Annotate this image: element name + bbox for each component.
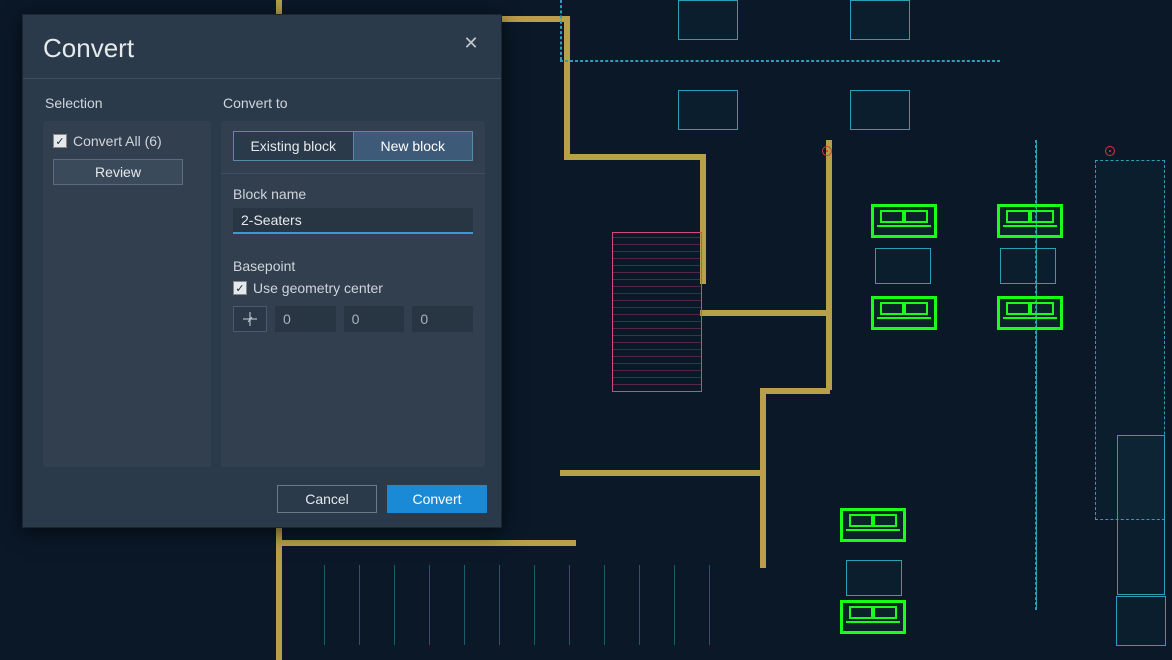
selected-block[interactable] xyxy=(871,296,937,330)
dialog-header: Convert ✕ xyxy=(23,15,501,79)
basepoint-label: Basepoint xyxy=(233,258,473,274)
pick-point-button[interactable] xyxy=(233,306,267,332)
use-geometry-center-checkbox[interactable]: ✓ xyxy=(233,281,247,295)
divider xyxy=(221,173,485,174)
dialog-footer: Cancel Convert xyxy=(23,473,501,527)
tab-new-block[interactable]: New block xyxy=(354,132,473,160)
convert-dialog: Convert ✕ Selection ✓ Convert All (6) Re… xyxy=(22,14,502,528)
convert-to-section-label: Convert to xyxy=(221,93,485,121)
convert-all-checkbox[interactable]: ✓ xyxy=(53,134,67,148)
selected-block[interactable] xyxy=(997,204,1063,238)
convert-button[interactable]: Convert xyxy=(387,485,487,513)
close-button[interactable]: ✕ xyxy=(461,33,481,53)
selected-block[interactable] xyxy=(840,600,906,634)
basepoint-x-input[interactable]: 0 xyxy=(275,306,336,332)
cancel-button[interactable]: Cancel xyxy=(277,485,377,513)
convert-all-label: Convert All (6) xyxy=(73,133,162,149)
use-geometry-center-row[interactable]: ✓ Use geometry center xyxy=(233,280,473,296)
convert-all-checkbox-row[interactable]: ✓ Convert All (6) xyxy=(53,133,201,149)
selected-block[interactable] xyxy=(840,508,906,542)
selection-panel: ✓ Convert All (6) Review xyxy=(43,121,211,467)
basepoint-y-input[interactable]: 0 xyxy=(344,306,405,332)
tab-existing-block[interactable]: Existing block xyxy=(234,132,354,160)
convert-to-panel: Existing block New block Block name Base… xyxy=(221,121,485,467)
block-name-label: Block name xyxy=(233,186,473,202)
block-name-input[interactable] xyxy=(233,208,473,234)
dialog-title: Convert xyxy=(43,33,134,64)
review-button[interactable]: Review xyxy=(53,159,183,185)
selected-block[interactable] xyxy=(871,204,937,238)
use-geometry-center-label: Use geometry center xyxy=(253,280,383,296)
crosshair-icon xyxy=(242,311,258,327)
convert-to-tabs: Existing block New block xyxy=(233,131,473,161)
basepoint-z-input[interactable]: 0 xyxy=(412,306,473,332)
selection-section-label: Selection xyxy=(43,93,211,121)
selected-block[interactable] xyxy=(997,296,1063,330)
